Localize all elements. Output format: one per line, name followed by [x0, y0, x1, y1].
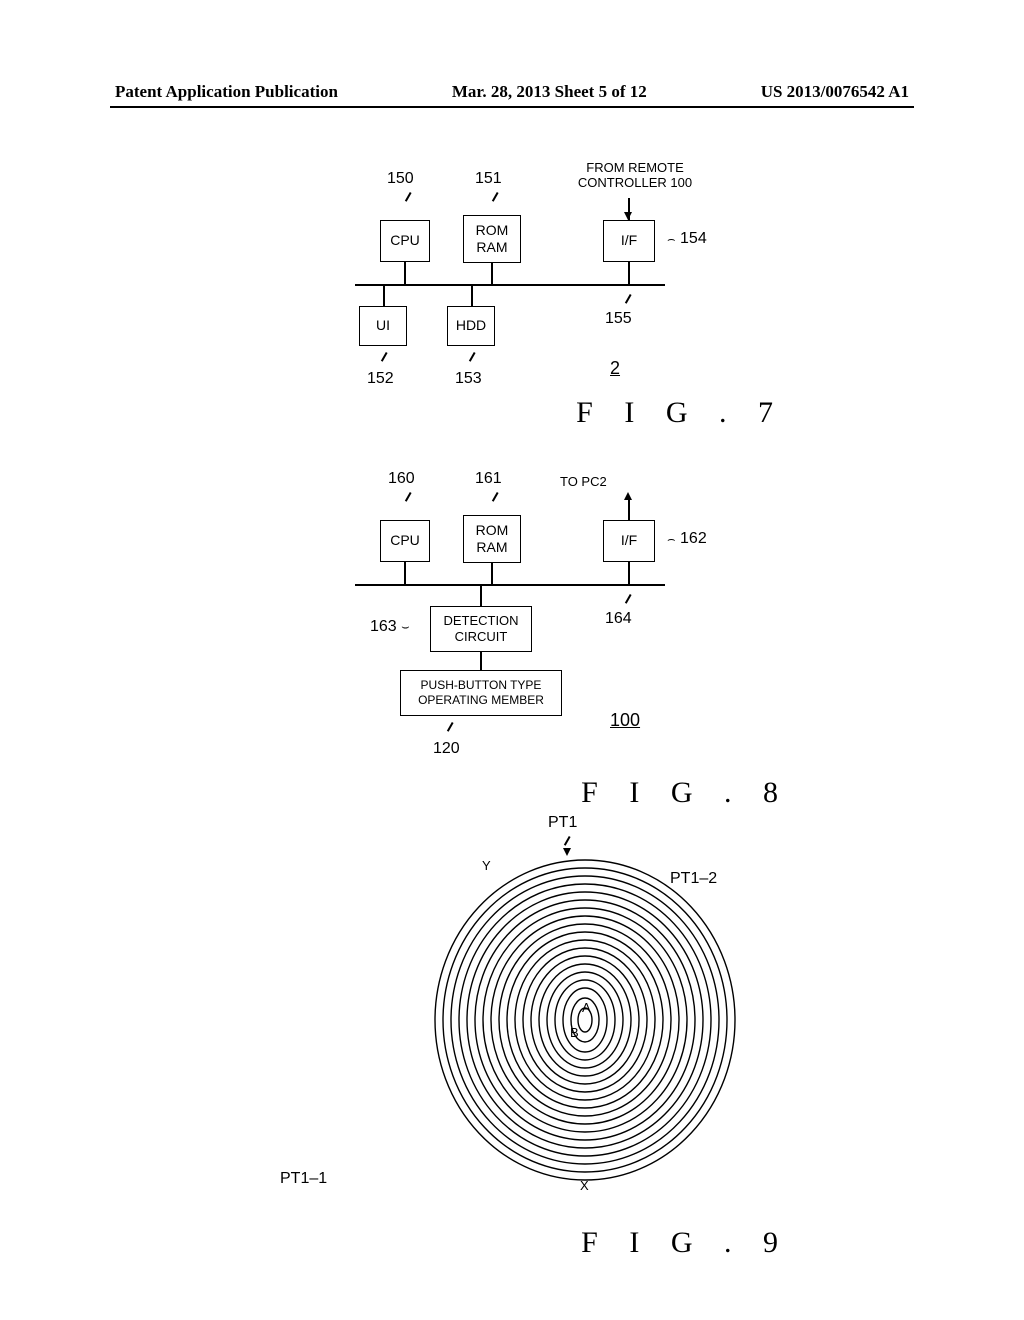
fig9-a-label: A	[582, 1000, 591, 1015]
fig7-ref-if: ⌢ 154	[667, 230, 707, 248]
fig7-ref-bus: 155	[605, 310, 632, 328]
fig7-hdd-block: HDD	[447, 306, 495, 346]
fig8-if-block: I/F	[603, 520, 655, 562]
fig8-cpu-block: CPU	[380, 520, 430, 562]
header-rule	[110, 106, 914, 108]
fig8-caption: F I G . 8	[581, 776, 790, 810]
fig8-detection-block: DETECTION CIRCUIT	[430, 606, 532, 652]
fig9-pt1-label: PT1	[548, 814, 577, 832]
fig8-ref-if: ⌢ 162	[667, 530, 707, 548]
fig7-ref-ui: 152	[367, 370, 394, 388]
fig7-romram-block: ROM RAM	[463, 215, 521, 263]
fig9-y-label: Y	[482, 858, 491, 873]
fig8-input-label: TO PC2	[560, 474, 607, 489]
fig8-ref-push: 120	[433, 740, 460, 758]
fig7-ref-hdd: 153	[455, 370, 482, 388]
figure-7: 150 151 FROM REMOTE CONTROLLER 100 CPU R…	[335, 160, 775, 440]
fig7-if-block: I/F	[603, 220, 655, 262]
fig8-ref-cpu: 160	[388, 470, 415, 488]
page-header: Patent Application Publication Mar. 28, …	[115, 82, 909, 102]
fig7-input-label: FROM REMOTE CONTROLLER 100	[560, 160, 710, 190]
fig8-ref-detection: 163 ⌣	[370, 618, 410, 636]
figure-8: 160 161 TO PC2 CPU ROM RAM I/F ⌢ 162 164…	[300, 460, 780, 800]
fig9-spiral	[425, 850, 745, 1193]
figure-9: PT1 PT1–2 PT1–1	[280, 820, 780, 1240]
fig8-if-label: I/F	[621, 532, 637, 550]
fig8-cpu-label: CPU	[390, 532, 420, 550]
fig7-device-ref: 2	[610, 358, 620, 379]
fig8-ref-bus: 164	[605, 610, 632, 628]
fig8-ref-romram: 161	[475, 470, 502, 488]
fig8-device-ref: 100	[610, 710, 640, 731]
fig7-if-label: I/F	[621, 232, 637, 250]
fig7-romram-label: ROM RAM	[476, 222, 509, 257]
header-left: Patent Application Publication	[115, 82, 338, 102]
fig7-ref-romram: 151	[475, 170, 502, 188]
fig9-pt1-1-label: PT1–1	[280, 1170, 327, 1188]
fig9-b-label: B	[570, 1025, 579, 1040]
fig9-x-label: X	[580, 1178, 589, 1193]
fig8-romram-block: ROM RAM	[463, 515, 521, 563]
spiral-icon	[425, 850, 745, 1190]
fig7-caption: F I G . 7	[576, 396, 785, 430]
fig8-detection-label: DETECTION CIRCUIT	[443, 613, 518, 646]
fig8-romram-label: ROM RAM	[476, 522, 509, 557]
fig9-caption: F I G . 9	[581, 1226, 790, 1260]
fig7-ui-block: UI	[359, 306, 407, 346]
fig7-ui-label: UI	[376, 317, 390, 335]
fig7-ref-cpu: 150	[387, 170, 414, 188]
fig7-hdd-label: HDD	[456, 317, 486, 335]
fig7-cpu-block: CPU	[380, 220, 430, 262]
fig8-push-label: PUSH-BUTTON TYPE OPERATING MEMBER	[418, 678, 544, 708]
header-center: Mar. 28, 2013 Sheet 5 of 12	[452, 82, 647, 102]
fig8-push-block: PUSH-BUTTON TYPE OPERATING MEMBER	[400, 670, 562, 716]
fig7-cpu-label: CPU	[390, 232, 420, 250]
header-right: US 2013/0076542 A1	[761, 82, 909, 102]
